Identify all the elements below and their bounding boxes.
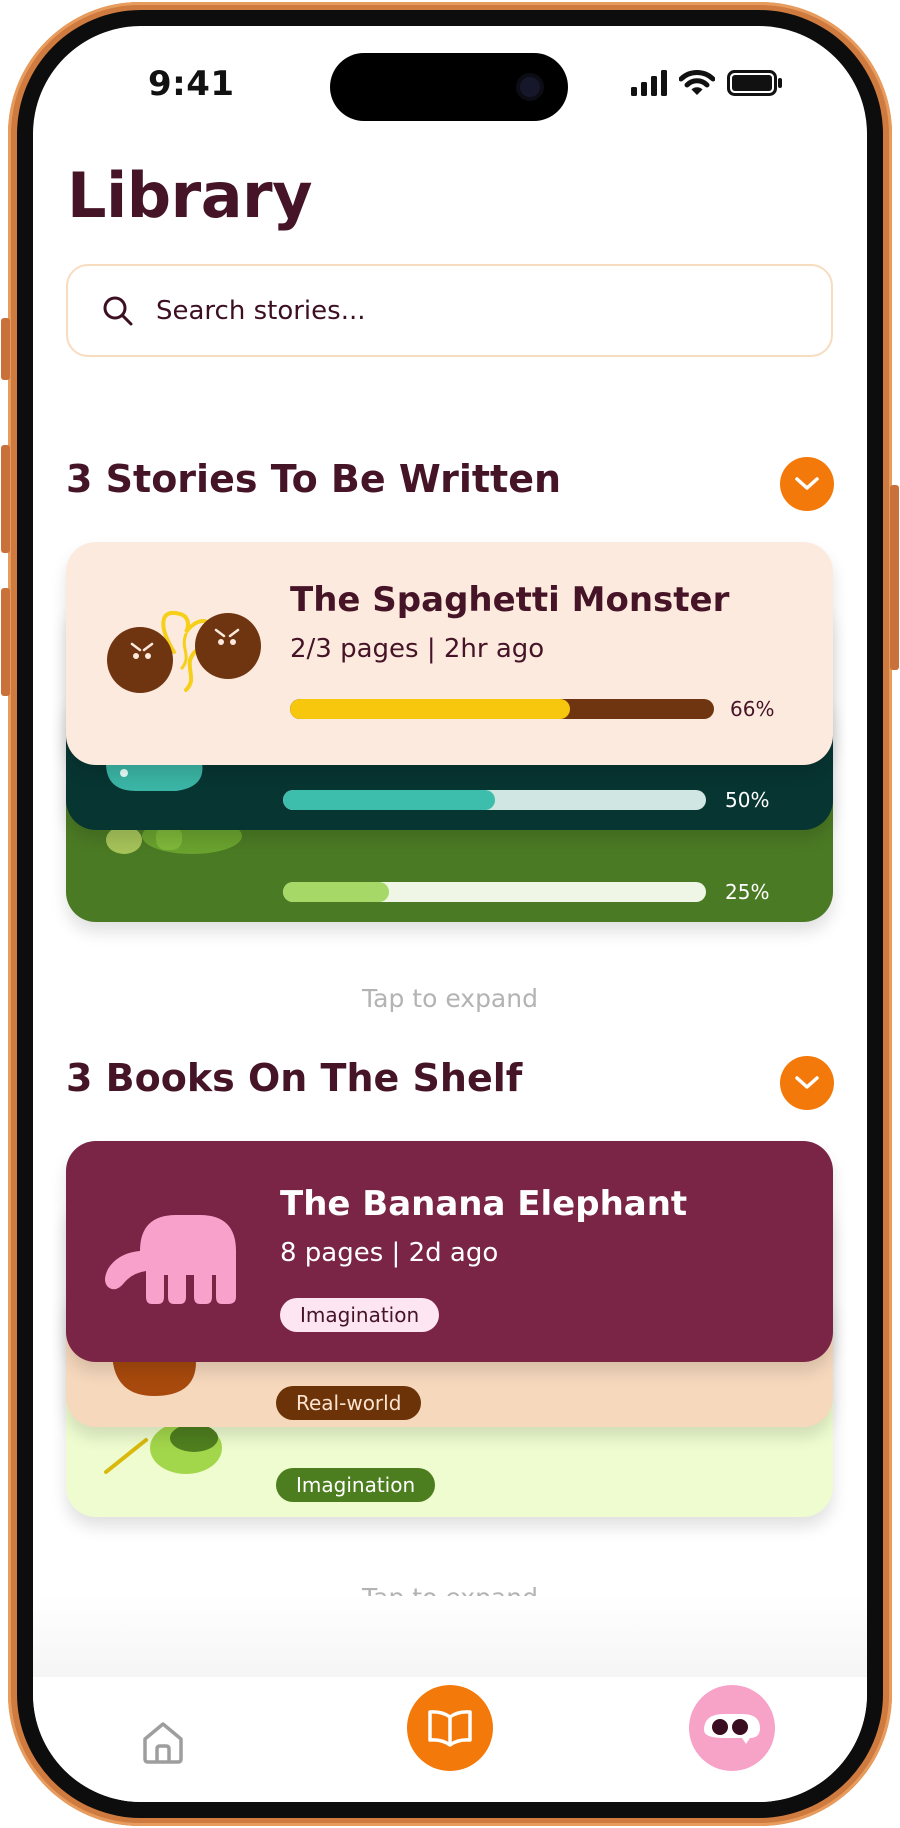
story-card-1[interactable]: The Spaghetti Monster 2/3 pages | 2hr ag… [66,542,833,765]
books-collapse-button[interactable] [780,1056,834,1110]
front-camera-icon [516,73,544,101]
story-progress-fill-1 [290,699,570,719]
book-tag-1: Imagination [280,1298,440,1332]
book-illustration-3 [104,1422,222,1474]
app-screen: 9:41 Library Search stories... 3 Stories [33,26,867,1802]
book-tag-2: Real-world [276,1386,422,1420]
cellular-signal-icon [631,70,667,96]
search-placeholder: Search stories... [156,295,366,326]
volume-up-button [1,445,10,553]
silent-switch [1,318,10,380]
nav-home-button[interactable] [140,1719,186,1765]
story-title: The Spaghetti Monster [290,580,730,620]
power-button [890,485,899,670]
search-icon [103,296,133,325]
books-section-title: 3 Books On The Shelf [66,1056,523,1100]
story-progress-fill-2 [283,790,495,810]
chevron-down-icon [795,477,819,490]
story-progress-fill-3 [283,882,389,902]
story-progress-percent-2: 50% [725,788,770,812]
book-tag-3: Imagination [276,1468,436,1502]
bottom-fade [33,1596,867,1686]
book-meta: 8 pages | 2d ago [280,1238,499,1268]
book-card-1[interactable]: The Banana Elephant 8 pages | 2d ago Ima… [66,1141,833,1362]
story-progress-percent-3: 25% [725,880,770,904]
story-progress-track-2 [283,790,706,810]
spaghetti-monster-illustration [107,610,261,693]
story-progress-percent-1: 66% [730,697,775,721]
stories-tap-to-expand[interactable]: Tap to expand [33,984,867,1013]
chevron-down-icon [795,1076,819,1089]
story-progress-track-1 [290,699,714,719]
status-icons [631,68,783,98]
wifi-icon [679,70,715,95]
search-input[interactable]: Search stories... [66,264,833,357]
nav-library-button[interactable] [407,1685,493,1771]
stories-section-title: 3 Stories To Be Written [66,457,562,501]
status-time: 9:41 [148,64,235,104]
volume-down-button [1,588,10,696]
stories-collapse-button[interactable] [780,457,834,511]
story-progress-track-3 [283,882,706,902]
open-book-icon [428,1710,472,1747]
dynamic-island [330,53,568,121]
nav-profile-button[interactable] [689,1685,775,1771]
page-title: Library [67,159,313,232]
story-illustration-3 [106,826,242,854]
battery-icon [727,70,782,96]
avatar-icon [704,1714,760,1744]
book-title: The Banana Elephant [280,1184,688,1224]
home-icon [143,1722,183,1764]
story-meta: 2/3 pages | 2hr ago [290,634,545,664]
elephant-illustration [105,1215,236,1304]
